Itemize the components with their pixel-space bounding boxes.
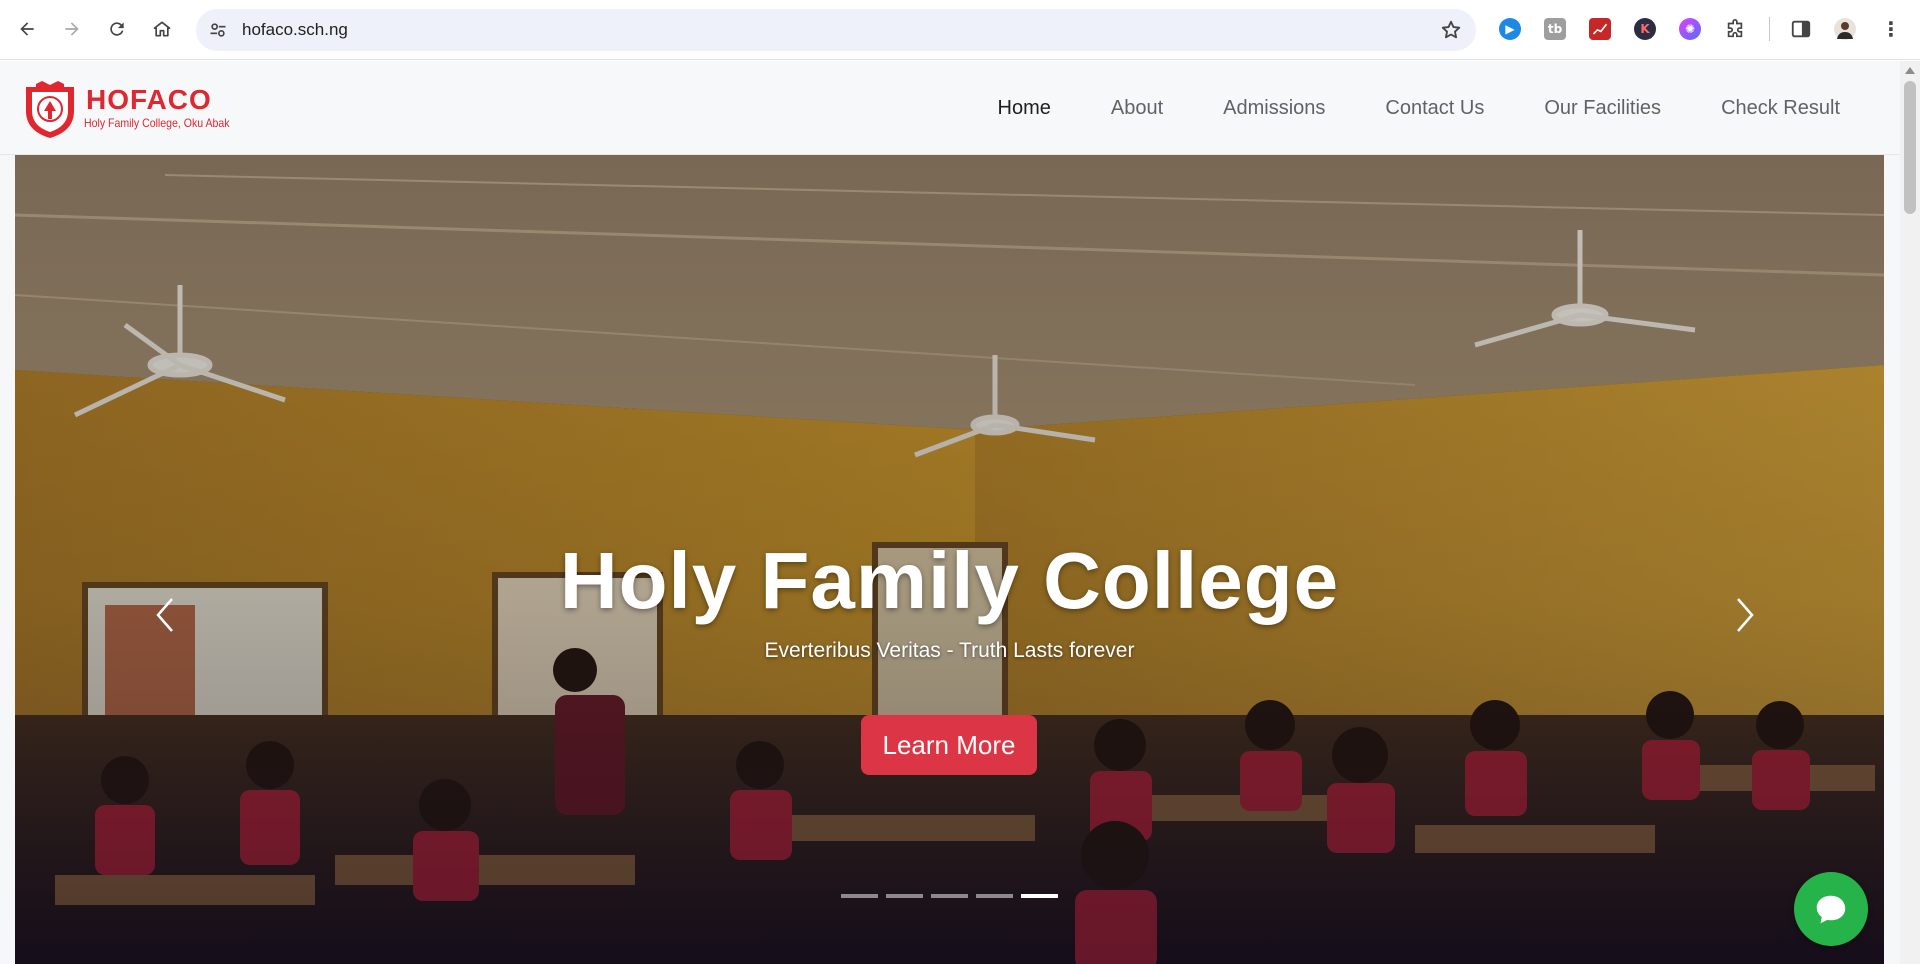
hero-title: Holy Family College [559, 536, 1340, 625]
scroll-thumb[interactable] [1904, 81, 1916, 214]
logo-subtitle: Holy Family College, Oku Abak [84, 116, 230, 130]
web-page: HOFACO Holy Family College, Oku Abak Hom… [0, 61, 1900, 964]
hero-subtitle: Everteribus Veritas - Truth Lasts foreve… [764, 639, 1135, 662]
site-logo[interactable]: HOFACO Holy Family College, Oku Abak [22, 81, 262, 143]
main-nav: Home About Admissions Contact Us Our Fac… [968, 91, 1870, 125]
site-header: HOFACO Holy Family College, Oku Abak Hom… [0, 61, 1900, 155]
nav-contact-us[interactable]: Contact Us [1355, 91, 1514, 125]
nav-check-result[interactable]: Check Result [1691, 91, 1870, 125]
carousel-indicator[interactable] [976, 894, 1013, 898]
logo-title: HOFACO [86, 84, 212, 115]
carousel-indicator-active[interactable] [1021, 894, 1058, 898]
chevron-right-icon [1737, 598, 1754, 632]
toolbar-divider [1769, 17, 1770, 41]
arrow-right-icon [65, 22, 79, 36]
scroll-up-arrow-icon[interactable] [1905, 67, 1915, 74]
carousel-indicator[interactable] [931, 894, 968, 898]
school-crest-icon [26, 81, 74, 138]
carousel-indicator[interactable] [886, 894, 923, 898]
puzzle-icon[interactable] [1724, 18, 1746, 40]
carousel-next-button[interactable] [1715, 575, 1775, 655]
reload-icon [110, 22, 124, 36]
bookmark-star-icon[interactable] [1440, 19, 1462, 41]
address-bar[interactable]: hofaco.sch.ng [196, 9, 1476, 51]
carousel-prev-button[interactable] [135, 575, 195, 655]
nav-home[interactable]: Home [968, 91, 1081, 125]
chat-bubble-icon [1816, 895, 1846, 924]
brain-ext-icon[interactable]: ✺ [1679, 18, 1701, 40]
nav-about[interactable]: About [1081, 91, 1193, 125]
page-scrollbar[interactable] [1900, 61, 1920, 964]
carousel-indicator[interactable] [841, 894, 878, 898]
nav-admissions[interactable]: Admissions [1193, 91, 1355, 125]
home-icon [153, 21, 171, 37]
k-ext-icon[interactable]: K [1634, 18, 1656, 40]
carousel-indicators [841, 894, 1058, 898]
forward-button[interactable] [56, 13, 88, 45]
video-ext-icon[interactable]: ▶ [1499, 18, 1521, 40]
back-button[interactable] [11, 13, 43, 45]
chevron-left-icon [156, 598, 173, 632]
nav-our-facilities[interactable]: Our Facilities [1514, 91, 1691, 125]
hero-carousel: Holy Family College Everteribus Veritas … [15, 155, 1884, 964]
learn-more-button[interactable]: Learn More [861, 715, 1037, 775]
chart-ext-icon[interactable] [1589, 18, 1611, 40]
browser-toolbar: hofaco.sch.ng ▶ tb K ✺ ⋮ [0, 0, 1920, 60]
reload-button[interactable] [101, 13, 133, 45]
tb-ext-icon[interactable]: tb [1544, 18, 1566, 40]
arrow-left-icon [20, 22, 34, 36]
chat-widget-button[interactable] [1794, 872, 1868, 946]
browser-menu-icon[interactable]: ⋮ [1880, 17, 1902, 41]
url-text: hofaco.sch.ng [242, 20, 348, 39]
side-panel-icon[interactable] [1790, 18, 1812, 40]
site-settings-icon[interactable] [208, 20, 228, 40]
home-button[interactable] [146, 13, 178, 45]
profile-avatar[interactable] [1834, 18, 1856, 40]
